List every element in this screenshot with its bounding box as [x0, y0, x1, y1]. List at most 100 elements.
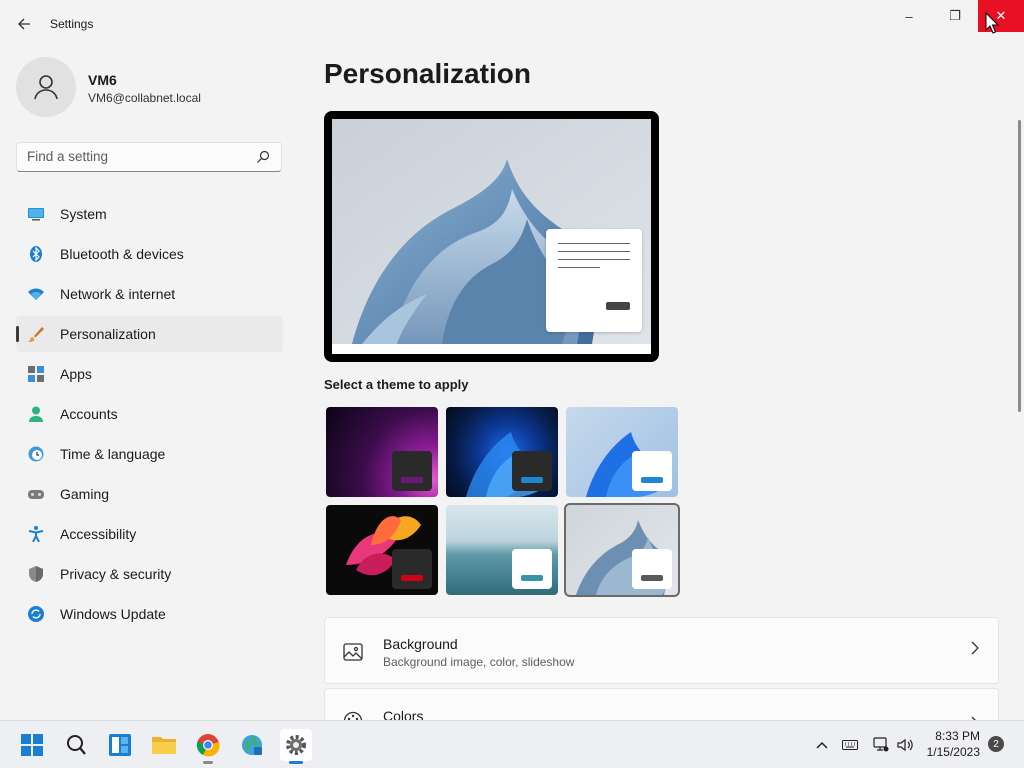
scrollbar[interactable] — [1018, 120, 1021, 412]
theme-accent-bar — [401, 575, 423, 581]
colors-card[interactable]: Colors — [324, 688, 999, 720]
person-icon — [34, 75, 58, 100]
keyboard-icon[interactable] — [842, 737, 858, 753]
theme-thumb-sunrise[interactable] — [446, 505, 558, 595]
preview-line — [558, 259, 630, 260]
clock-date[interactable]: 1/15/2023 — [926, 745, 980, 759]
sidebar-item-label: Network & internet — [60, 286, 176, 302]
sidebar-item-label: Accounts — [60, 406, 118, 422]
avatar[interactable] — [16, 57, 76, 117]
preview-line — [558, 251, 630, 252]
theme-mini-window — [392, 549, 432, 589]
sidebar-item-network[interactable]: Network & internet — [16, 276, 283, 312]
widgets-button[interactable] — [104, 729, 136, 761]
globe-clock-icon — [28, 446, 44, 462]
sidebar-item-apps[interactable]: Apps — [16, 356, 283, 392]
notification-badge[interactable]: 2 — [988, 736, 1004, 752]
sidebar-item-label: Apps — [60, 366, 92, 382]
title-bar: Settings – ❐ ✕ — [0, 0, 1024, 48]
back-button[interactable] — [12, 12, 36, 36]
sidebar-item-label: System — [60, 206, 107, 222]
sidebar-item-windows-update[interactable]: Windows Update — [16, 596, 283, 632]
theme-thumb-windows-dark[interactable] — [446, 407, 558, 497]
volume-icon[interactable] — [897, 737, 913, 753]
preview-button — [606, 302, 630, 310]
sidebar-item-time-language[interactable]: Time & language — [16, 436, 283, 472]
sidebar-nav: System Bluetooth & devices Network & int… — [16, 196, 283, 636]
network-globe-button[interactable] — [236, 729, 268, 761]
sidebar-item-accounts[interactable]: Accounts — [16, 396, 283, 432]
sidebar-item-personalization[interactable]: Personalization — [16, 316, 283, 352]
theme-accent-bar — [521, 477, 543, 483]
person-icon — [29, 406, 43, 422]
theme-accent-bar — [401, 477, 423, 483]
theme-preview — [324, 111, 659, 362]
sidebar-item-privacy[interactable]: Privacy & security — [16, 556, 283, 592]
card-title: Background — [383, 636, 458, 652]
theme-thumb-windows-light[interactable] — [566, 407, 678, 497]
network-status-icon[interactable] — [873, 737, 889, 753]
user-name: VM6 — [88, 72, 117, 88]
theme-thumb-flow[interactable] — [564, 503, 680, 597]
brush-icon — [28, 327, 44, 342]
app-title: Settings — [50, 17, 94, 31]
bluetooth-icon — [30, 246, 42, 262]
gamepad-icon — [28, 490, 44, 499]
update-icon — [28, 606, 44, 622]
apps-icon — [28, 366, 44, 382]
maximize-button[interactable]: ❐ — [932, 0, 978, 32]
sidebar-item-label: Bluetooth & devices — [60, 246, 184, 262]
file-explorer-icon — [152, 737, 176, 754]
search-icon — [67, 735, 86, 755]
theme-mini-window — [512, 451, 552, 491]
sidebar-item-label: Gaming — [60, 486, 110, 502]
taskbar-search-button[interactable] — [60, 729, 92, 761]
card-subtitle: Background image, color, slideshow — [383, 655, 575, 669]
theme-thumb-captured-motion[interactable] — [326, 505, 438, 595]
sidebar-item-gaming[interactable]: Gaming — [16, 476, 283, 512]
active-indicator — [289, 761, 303, 764]
chevron-up-icon[interactable] — [814, 737, 830, 753]
theme-accent-bar — [641, 477, 663, 483]
preview-line — [558, 267, 600, 268]
start-icon — [21, 734, 43, 756]
chevron-right-icon — [971, 641, 979, 655]
theme-section-heading: Select a theme to apply — [324, 377, 469, 392]
theme-mini-window — [512, 549, 552, 589]
theme-thumb-glow[interactable] — [326, 407, 438, 497]
start-button[interactable] — [16, 729, 48, 761]
sidebar-item-label: Windows Update — [60, 606, 166, 622]
page-title: Personalization — [324, 58, 531, 89]
palette-icon — [343, 711, 363, 720]
settings-button[interactable] — [280, 729, 312, 764]
monitor-icon — [28, 208, 44, 221]
clock-time[interactable]: 8:33 PM — [930, 729, 980, 743]
sidebar-item-bluetooth[interactable]: Bluetooth & devices — [16, 236, 283, 272]
widgets-icon — [109, 734, 131, 756]
search-box[interactable] — [16, 142, 282, 172]
search-input[interactable] — [27, 149, 247, 164]
sidebar-item-system[interactable]: System — [16, 196, 283, 232]
theme-accent-bar — [521, 575, 543, 581]
user-email: VM6@collabnet.local — [88, 91, 201, 105]
file-explorer-button[interactable] — [148, 729, 180, 761]
search-icon — [257, 150, 270, 163]
running-indicator — [203, 761, 213, 764]
chrome-button[interactable] — [192, 729, 224, 764]
sidebar-item-label: Time & language — [60, 446, 166, 462]
sidebar-item-label: Accessibility — [60, 526, 137, 542]
minimize-button[interactable]: – — [886, 0, 932, 32]
sidebar-item-accessibility[interactable]: Accessibility — [16, 516, 283, 552]
image-icon — [343, 643, 363, 661]
background-card[interactable]: Background Background image, color, slid… — [324, 617, 999, 684]
sidebar-item-label: Privacy & security — [60, 566, 172, 582]
mouse-cursor-icon — [985, 12, 999, 34]
preview-line — [558, 243, 630, 244]
theme-accent-bar — [641, 575, 663, 581]
sidebar-item-label: Personalization — [60, 326, 156, 342]
preview-window — [546, 229, 642, 332]
settings-icon — [286, 735, 306, 755]
taskbar — [0, 720, 1024, 768]
wifi-icon — [28, 288, 44, 300]
preview-screen — [332, 119, 651, 354]
